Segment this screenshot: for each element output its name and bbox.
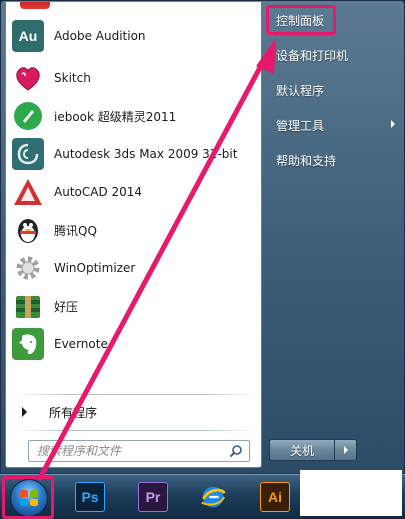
- evernote-elephant-icon: [12, 328, 44, 360]
- program-label: 腾讯QQ: [54, 223, 97, 238]
- program-label: AutoCAD 2014: [54, 185, 143, 199]
- qq-penguin-icon: [12, 214, 44, 246]
- partially-hidden-app-icon: [20, 2, 50, 9]
- menu-divider: [16, 394, 254, 395]
- right-item-label: 设备和打印机: [276, 48, 349, 63]
- triangle-right-icon: [22, 407, 27, 417]
- right-item-default-programs[interactable]: 默认程序: [267, 76, 399, 104]
- program-winoptimizer[interactable]: WinOptimizer: [12, 250, 257, 286]
- premiere-icon[interactable]: Pr: [138, 482, 168, 512]
- internet-explorer-icon[interactable]: [198, 482, 228, 512]
- program-label: Skitch: [54, 71, 91, 85]
- menu-divider: [16, 430, 254, 431]
- program-label: 好压: [54, 299, 79, 314]
- right-item-label: 帮助和支持: [276, 153, 337, 168]
- right-item-label: 默认程序: [276, 83, 325, 98]
- skitch-icon: [12, 62, 44, 94]
- iebook-icon: [12, 100, 44, 132]
- right-item-devices-printers[interactable]: 设备和打印机: [267, 41, 399, 69]
- photoshop-icon[interactable]: Ps: [75, 482, 105, 512]
- winoptimizer-gear-icon: [12, 252, 44, 284]
- illustrator-icon[interactable]: Ai: [260, 482, 290, 512]
- program-qq[interactable]: 腾讯QQ: [12, 212, 257, 248]
- right-item-label: 控制面板: [276, 13, 325, 28]
- program-label: Adobe Audition: [54, 29, 146, 43]
- program-label: iebook 超级精灵2011: [54, 109, 177, 124]
- illustrator-label: Ai: [268, 489, 282, 505]
- program-label: Evernote: [54, 337, 108, 351]
- program-label: Autodesk 3ds Max 2009 32-bit: [54, 147, 238, 161]
- program-adobe-audition[interactable]: Au Adobe Audition: [12, 18, 257, 54]
- right-item-help-support[interactable]: 帮助和支持: [267, 146, 399, 174]
- triangle-right-icon: [343, 446, 348, 454]
- shutdown-group: 关机: [269, 439, 357, 461]
- start-search-box[interactable]: [28, 440, 250, 462]
- all-programs-label: 所有程序: [49, 405, 98, 420]
- program-iebook[interactable]: iebook 超级精灵2011: [12, 98, 257, 134]
- autocad-icon: [12, 176, 44, 208]
- shutdown-options-button[interactable]: [335, 439, 357, 461]
- start-menu-programs-pane: Au Adobe Audition Skitch iebook 超级精灵2011…: [5, 1, 262, 468]
- search-icon[interactable]: [229, 444, 243, 458]
- 3ds-max-icon: [12, 138, 44, 170]
- right-item-label: 管理工具: [276, 118, 325, 133]
- photoshop-label: Ps: [81, 489, 99, 505]
- search-input[interactable]: [37, 444, 227, 458]
- program-3ds-max[interactable]: Autodesk 3ds Max 2009 32-bit: [12, 136, 257, 172]
- annotation-start-highlight: [2, 476, 54, 519]
- start-menu: Au Adobe Audition Skitch iebook 超级精灵2011…: [0, 0, 405, 474]
- submenu-arrow-icon: [391, 120, 395, 128]
- program-haozip[interactable]: 好压: [12, 288, 257, 324]
- program-autocad[interactable]: AutoCAD 2014: [12, 174, 257, 210]
- premiere-label: Pr: [145, 489, 161, 505]
- obscured-tray-area: [300, 470, 402, 516]
- right-item-admin-tools[interactable]: 管理工具: [267, 111, 399, 139]
- program-label: WinOptimizer: [54, 261, 136, 275]
- program-evernote[interactable]: Evernote: [12, 326, 257, 362]
- shutdown-button[interactable]: 关机: [269, 439, 335, 461]
- right-item-control-panel[interactable]: 控制面板: [267, 6, 399, 34]
- all-programs-button[interactable]: 所有程序: [22, 402, 97, 422]
- adobe-audition-icon: Au: [12, 20, 44, 52]
- haozip-icon: [12, 290, 44, 322]
- program-skitch[interactable]: Skitch: [12, 60, 257, 96]
